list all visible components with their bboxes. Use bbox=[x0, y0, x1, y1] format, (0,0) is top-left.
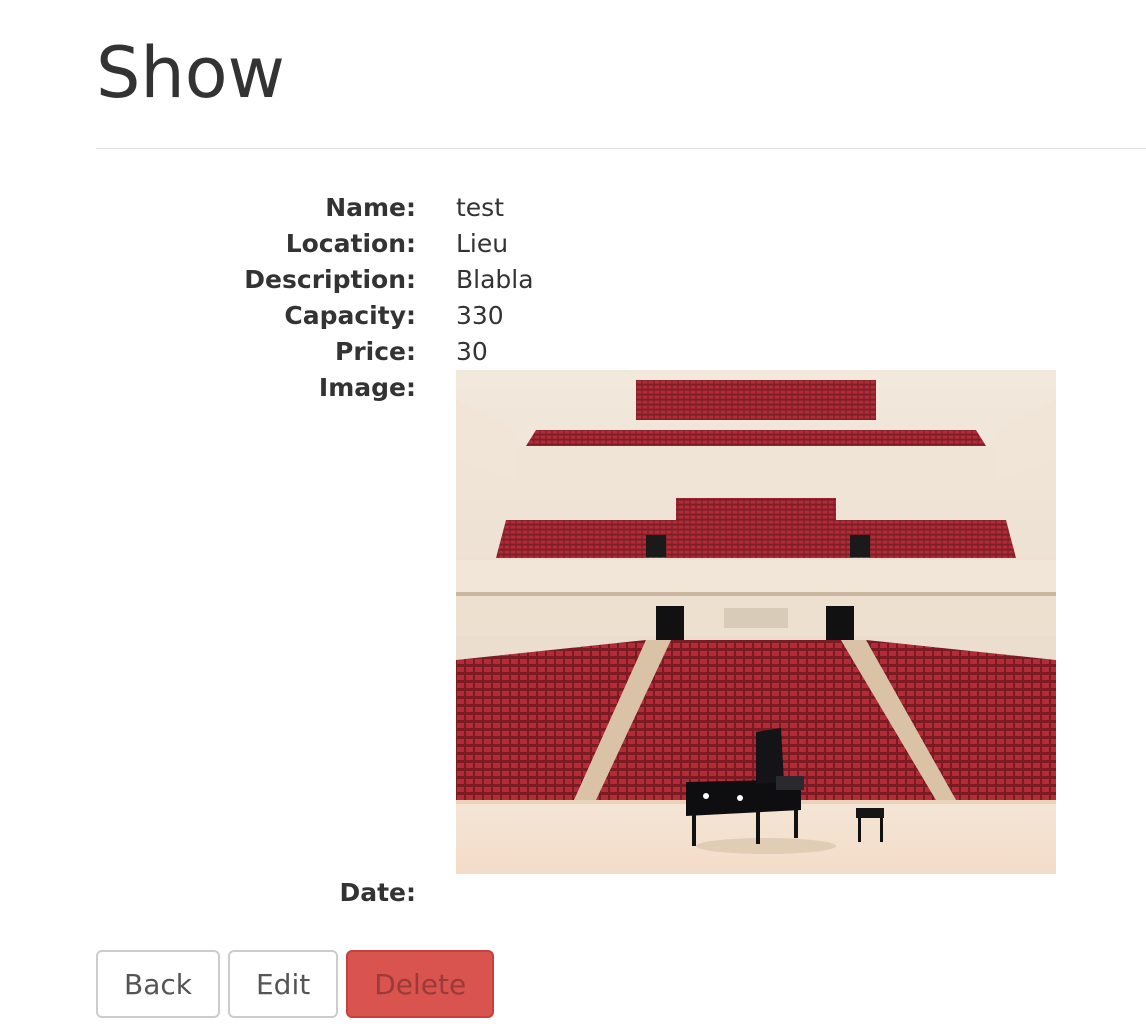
image-value bbox=[456, 370, 1056, 874]
details-list: Name: test Location: Lieu Description: B… bbox=[0, 190, 1146, 911]
price-value: 30 bbox=[456, 337, 488, 366]
capacity-label: Capacity: bbox=[284, 301, 416, 330]
action-buttons: Back Edit Delete bbox=[96, 950, 495, 1018]
description-label: Description: bbox=[244, 265, 416, 294]
date-label: Date: bbox=[339, 878, 416, 907]
show-page: Show Name: test Location: Lieu Descripti… bbox=[0, 0, 1146, 1024]
location-value: Lieu bbox=[456, 229, 509, 258]
delete-button[interactable]: Delete bbox=[346, 950, 495, 1018]
name-label: Name: bbox=[325, 193, 416, 222]
detail-row-price: Price: 30 bbox=[0, 334, 1146, 370]
detail-row-description: Description: Blabla bbox=[0, 262, 1146, 298]
detail-row-name: Name: test bbox=[0, 190, 1146, 226]
image-label: Image: bbox=[318, 373, 416, 402]
detail-row-image: Image: bbox=[0, 370, 1146, 874]
back-button[interactable]: Back bbox=[96, 950, 220, 1018]
price-label: Price: bbox=[335, 337, 416, 366]
concert-hall-image bbox=[456, 370, 1056, 874]
page-title: Show bbox=[96, 32, 285, 114]
edit-button[interactable]: Edit bbox=[227, 950, 339, 1018]
location-label: Location: bbox=[285, 229, 416, 258]
detail-row-capacity: Capacity: 330 bbox=[0, 298, 1146, 334]
title-divider bbox=[96, 148, 1146, 149]
description-value: Blabla bbox=[456, 265, 534, 294]
name-value: test bbox=[456, 193, 505, 222]
detail-row-location: Location: Lieu bbox=[0, 226, 1146, 262]
capacity-value: 330 bbox=[456, 301, 504, 330]
detail-row-date: Date: bbox=[0, 875, 1146, 911]
